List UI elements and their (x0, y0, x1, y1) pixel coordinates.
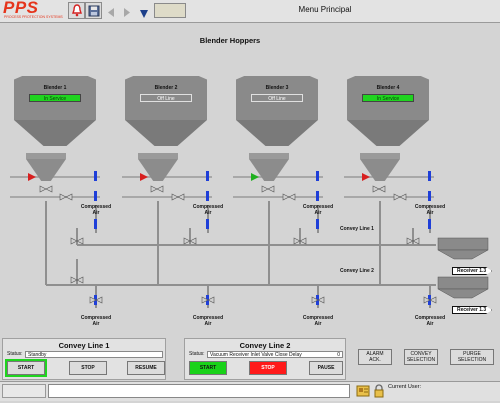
discharge-funnel-2 (138, 153, 178, 187)
receiver-2-tag[interactable]: Receiver 1.3 (452, 306, 492, 314)
logo-tagline: PROCESS PROTECTION SYSTEMS (4, 15, 63, 19)
blender-hopper-2[interactable]: Blender 2 Off Line (125, 76, 207, 148)
compressed-air-label: Compressed Air (192, 315, 224, 327)
hopper-name: Blender 2 (154, 85, 178, 91)
status-indicator-box (2, 384, 46, 398)
compressed-air-label: Compressed Air (192, 204, 224, 216)
discharge-funnel-3 (249, 153, 289, 187)
stop-button[interactable]: STOP (249, 361, 287, 375)
convey-line-2-panel: Convey Line 2 Status: Vacuum Receiver In… (184, 338, 346, 380)
hopper-status-badge: In Service (362, 94, 414, 102)
blender-hopper-4[interactable]: Blender 4 In Service (347, 76, 429, 148)
hopper-cone (14, 120, 96, 146)
message-field (48, 384, 350, 398)
hopper-name: Blender 3 (265, 85, 289, 91)
process-diagram: Blender Hoppers Blender 1 In Service Ble… (0, 23, 500, 336)
button-label-line2: ACK. (369, 356, 381, 363)
pause-button[interactable]: PAUSE (309, 361, 343, 375)
compressed-air-label: Compressed Air (414, 204, 446, 216)
hopper-status-badge: Off Line (251, 94, 303, 102)
status-counter: 0 (337, 352, 340, 358)
lock-icon[interactable] (372, 384, 386, 403)
compressed-air-label: Compressed Air (414, 315, 446, 327)
hopper-cone (125, 120, 207, 146)
stop-button[interactable]: STOP (69, 361, 107, 375)
panel-title: Convey Line 2 (239, 341, 291, 350)
compressed-air-label: Compressed Air (302, 204, 334, 216)
discharge-funnel-4 (360, 153, 400, 187)
compressed-air-label: Compressed Air (302, 315, 334, 327)
blender-hopper-1[interactable]: Blender 1 In Service (14, 76, 96, 148)
hopper-name: Blender 4 (376, 85, 400, 91)
receiver-1-tag[interactable]: Receiver 1.3 (452, 267, 492, 275)
status-label: Status: (189, 351, 205, 357)
page-title: Menu Principal (298, 5, 352, 14)
status-bar: Current User: (0, 381, 500, 401)
blender-hopper-3[interactable]: Blender 3 Off Line (236, 76, 318, 148)
status-text: Vacuum Receiver Inlet Valve Close Delay (210, 352, 302, 358)
button-label-line2: SELECTION (457, 356, 487, 363)
status-field: Vacuum Receiver Inlet Valve Close Delay … (207, 351, 343, 358)
panel-title: Convey Line 1 (58, 341, 110, 350)
start-button[interactable]: START (5, 359, 47, 377)
convey-line-2-label: Convey Line 2 (340, 268, 374, 274)
status-label: Status: (7, 351, 23, 357)
hopper-cone (236, 120, 318, 146)
hopper-cone (347, 120, 429, 146)
alarm-ack-button[interactable]: ALARM ACK. (358, 349, 392, 365)
top-toolbar: PPS PROCESS PROTECTION SYSTEMS Menu Prin… (0, 0, 500, 23)
hopper-name: Blender 1 (43, 85, 67, 91)
purge-selection-button[interactable]: PURGE SELECTION (450, 349, 494, 365)
user-card-icon[interactable] (356, 384, 370, 403)
resume-button[interactable]: RESUME (127, 361, 165, 375)
start-button[interactable]: START (189, 361, 227, 375)
hopper-status-badge: Off Line (140, 94, 192, 102)
current-user-label: Current User: (388, 384, 422, 390)
compressed-air-label: Compressed Air (80, 315, 112, 327)
hopper-status-badge: In Service (29, 94, 81, 102)
convey-selection-button[interactable]: CONVEY SELECTION (404, 349, 438, 365)
convey-line-1-label: Convey Line 1 (340, 226, 374, 232)
compressed-air-label: Compressed Air (80, 204, 112, 216)
button-label-line2: SELECTION (406, 356, 436, 363)
convey-line-1-panel: Convey Line 1 Status: Standby START STOP… (2, 338, 166, 380)
status-field: Standby (25, 351, 163, 358)
discharge-funnel-1 (26, 153, 66, 187)
